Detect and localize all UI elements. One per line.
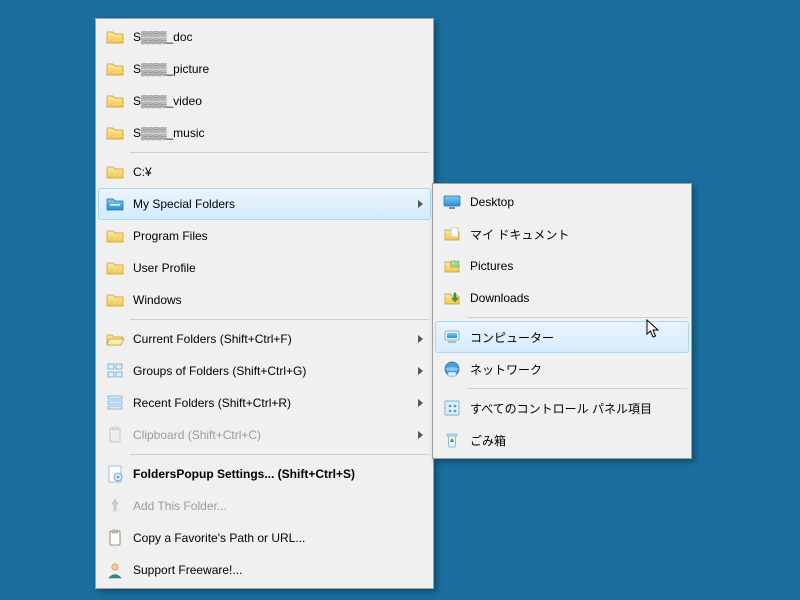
menu-item: Clipboard (Shift+Ctrl+C) — [98, 419, 431, 451]
menu-item-label: S▒▒▒_music — [133, 126, 426, 140]
pin-gray-icon — [101, 492, 129, 520]
menu-item-label: ネットワーク — [470, 361, 684, 378]
menu-item-label: Support Freeware!... — [133, 563, 426, 577]
menu-item[interactable]: S▒▒▒_picture — [98, 53, 431, 85]
control-panel-icon — [438, 394, 466, 422]
menu-item-label: FoldersPopup Settings... (Shift+Ctrl+S) — [133, 467, 426, 481]
menu-item[interactable]: コンピューター — [435, 321, 689, 353]
menu-item-label: Program Files — [133, 229, 426, 243]
menu-item[interactable]: Downloads — [435, 282, 689, 314]
menu-item-label: Windows — [133, 293, 426, 307]
folder-icon — [101, 119, 129, 147]
settings-doc-icon — [101, 460, 129, 488]
menu-item-label: S▒▒▒_video — [133, 94, 426, 108]
menu-item-label: Recent Folders (Shift+Ctrl+R) — [133, 396, 418, 410]
menu-item-label: My Special Folders — [133, 197, 418, 211]
menu-item[interactable]: User Profile — [98, 252, 431, 284]
folder-icon — [101, 222, 129, 250]
computer-icon — [438, 323, 466, 351]
recycle-bin-icon — [438, 426, 466, 454]
clipboard-icon — [101, 524, 129, 552]
chevron-right-icon — [418, 367, 423, 375]
menu-item[interactable]: S▒▒▒_video — [98, 85, 431, 117]
menu-item[interactable]: マイ ドキュメント — [435, 218, 689, 250]
chevron-right-icon — [418, 399, 423, 407]
menu-item[interactable]: Pictures — [435, 250, 689, 282]
clipboard-gray-icon — [101, 421, 129, 449]
separator — [130, 152, 429, 153]
pictures-icon — [438, 252, 466, 280]
recent-icon — [101, 389, 129, 417]
menu-item[interactable]: すべてのコントロール パネル項目 — [435, 392, 689, 424]
main-context-menu: S▒▒▒_doc S▒▒▒_picture S▒▒▒_video S▒▒▒_music… — [95, 18, 434, 589]
folder-icon — [101, 286, 129, 314]
menu-item-label: すべてのコントロール パネル項目 — [470, 400, 684, 417]
menu-item-label: C:¥ — [133, 165, 426, 179]
menu-item[interactable]: S▒▒▒_doc — [98, 21, 431, 53]
menu-item-label: Current Folders (Shift+Ctrl+F) — [133, 332, 418, 346]
folder-open-icon — [101, 325, 129, 353]
menu-item[interactable]: Program Files — [98, 220, 431, 252]
folder-icon — [101, 87, 129, 115]
menu-item[interactable]: ネットワーク — [435, 353, 689, 385]
menu-item[interactable]: Support Freeware!... — [98, 554, 431, 586]
special-folder-icon — [101, 190, 129, 218]
separator — [467, 317, 687, 318]
chevron-right-icon — [418, 200, 423, 208]
folder-icon — [101, 23, 129, 51]
separator — [130, 319, 429, 320]
menu-item[interactable]: My Special Folders — [98, 188, 431, 220]
menu-item-label: Groups of Folders (Shift+Ctrl+G) — [133, 364, 418, 378]
menu-item: Add This Folder... — [98, 490, 431, 522]
chevron-right-icon — [418, 335, 423, 343]
menu-item-label: User Profile — [133, 261, 426, 275]
folder-icon — [101, 254, 129, 282]
groups-icon — [101, 357, 129, 385]
user-icon — [101, 556, 129, 584]
menu-item[interactable]: ごみ箱 — [435, 424, 689, 456]
menu-item-label: コンピューター — [470, 329, 684, 346]
network-icon — [438, 355, 466, 383]
menu-item-label: マイ ドキュメント — [470, 226, 684, 243]
menu-item[interactable]: Desktop — [435, 186, 689, 218]
separator — [130, 454, 429, 455]
special-folders-submenu: Desktop マイ ドキュメント Pictures Downloads コンピューター… — [432, 183, 692, 459]
downloads-icon — [438, 284, 466, 312]
menu-item-label: S▒▒▒_doc — [133, 30, 426, 44]
menu-item-label: Add This Folder... — [133, 499, 426, 513]
folder-icon — [101, 55, 129, 83]
menu-item[interactable]: C:¥ — [98, 156, 431, 188]
menu-item[interactable]: FoldersPopup Settings... (Shift+Ctrl+S) — [98, 458, 431, 490]
menu-item-label: Pictures — [470, 259, 684, 273]
menu-item-label: Desktop — [470, 195, 684, 209]
menu-item-label: Clipboard (Shift+Ctrl+C) — [133, 428, 418, 442]
separator — [467, 388, 687, 389]
menu-item[interactable]: Windows — [98, 284, 431, 316]
menu-item[interactable]: Copy a Favorite's Path or URL... — [98, 522, 431, 554]
menu-item[interactable]: S▒▒▒_music — [98, 117, 431, 149]
desktop-icon — [438, 188, 466, 216]
menu-item-label: S▒▒▒_picture — [133, 62, 426, 76]
menu-item[interactable]: Current Folders (Shift+Ctrl+F) — [98, 323, 431, 355]
menu-item[interactable]: Recent Folders (Shift+Ctrl+R) — [98, 387, 431, 419]
menu-item-label: ごみ箱 — [470, 432, 684, 449]
folder-icon — [101, 158, 129, 186]
documents-icon — [438, 220, 466, 248]
menu-item-label: Downloads — [470, 291, 684, 305]
menu-item[interactable]: Groups of Folders (Shift+Ctrl+G) — [98, 355, 431, 387]
menu-item-label: Copy a Favorite's Path or URL... — [133, 531, 426, 545]
chevron-right-icon — [418, 431, 423, 439]
